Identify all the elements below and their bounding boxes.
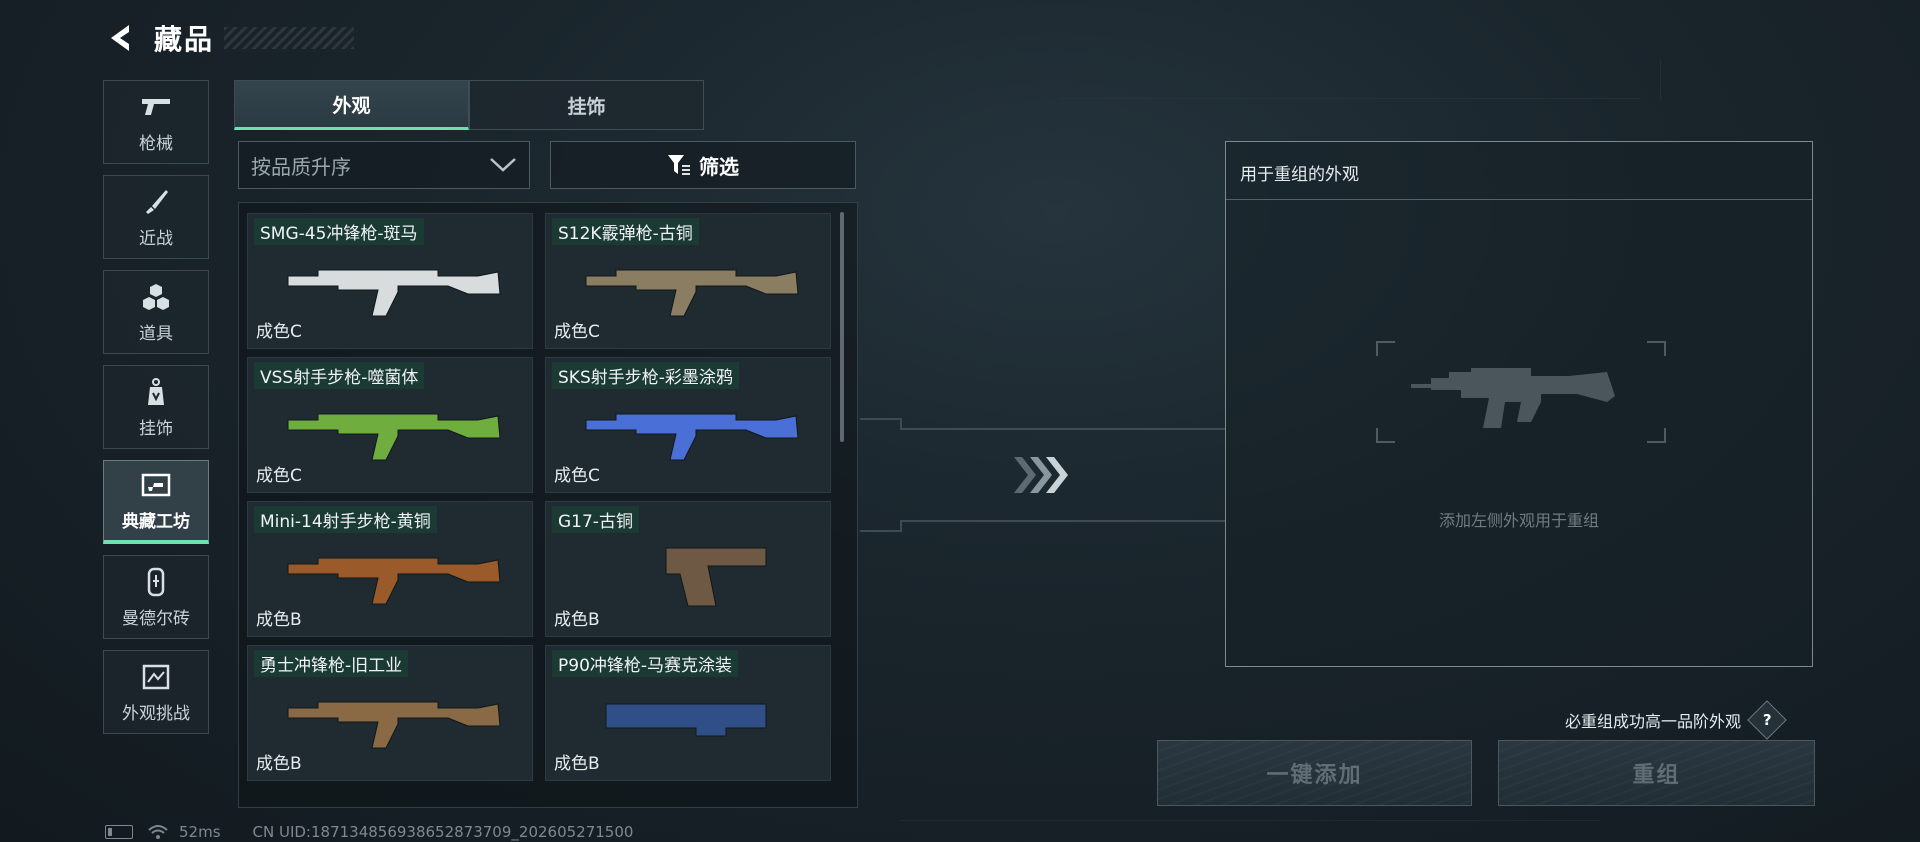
button-label: 一键添加 [1266, 763, 1363, 788]
guarantee-note: 必重组成功高一品阶外观 ? [1565, 700, 1787, 740]
skin-grid: SMG-45冲锋枪-斑马 成色C S12K霰弹枪-古铜 成色C VSS射手步枪-噬菌体成… [247, 213, 837, 781]
recombination-hint: 添加左侧外观用于重组 [1438, 511, 1599, 530]
skin-card[interactable]: Mini-14射手步枪-黄铜成色B [247, 501, 533, 637]
arrow-right-icon [1012, 455, 1072, 499]
skin-grade: 成色B [256, 754, 302, 774]
weapon-image [585, 413, 799, 461]
skin-name: P90冲锋枪-马赛克涂装 [552, 650, 739, 677]
divider [1226, 199, 1812, 200]
skin-card[interactable]: G17-古铜成色B [545, 501, 831, 637]
chevron-down-icon [490, 158, 516, 172]
weapon-image [585, 269, 799, 317]
skin-grade: 成色B [554, 754, 600, 774]
ping-text: 52ms [179, 823, 221, 841]
sidebar-item-props[interactable]: 道具 [103, 270, 209, 354]
workshop-icon [140, 469, 172, 501]
knife-icon [140, 186, 172, 218]
skin-card[interactable]: VSS射手步枪-噬菌体成色C [247, 357, 533, 493]
recombine-button[interactable]: 重组 [1498, 740, 1815, 806]
screen: 藏品 枪械 近战 道具 挂饰 典藏工坊 曼德尔砖 外观挑战 外观 挂饰 按品质升… [0, 0, 1920, 842]
sidebar-item-skin-challenge[interactable]: 外观挑战 [103, 650, 209, 734]
skin-grade: 成色C [554, 322, 600, 342]
battery-icon [105, 825, 133, 839]
skin-name: G17-古铜 [552, 506, 639, 533]
filter-icon [668, 155, 690, 175]
skin-grade: 成色B [554, 610, 600, 630]
sort-dropdown[interactable]: 按品质升序 [238, 141, 530, 189]
weapon-image [287, 269, 501, 317]
sidebar-item-mandel-brick[interactable]: 曼德尔砖 [103, 555, 209, 639]
skin-name: SKS射手步枪-彩墨涂鸦 [552, 362, 739, 389]
sidebar-item-label: 曼德尔砖 [122, 608, 190, 629]
cubes-icon [140, 281, 172, 313]
brick-icon [140, 566, 172, 598]
filter-button[interactable]: 筛选 [550, 141, 856, 189]
back-button[interactable] [100, 18, 140, 58]
tab-charms[interactable]: 挂饰 [469, 80, 704, 130]
weapon-image [287, 413, 501, 461]
sidebar-item-label: 典藏工坊 [122, 512, 190, 532]
weapon-image [287, 557, 501, 605]
header: 藏品 [100, 18, 355, 58]
skin-grid-panel: SMG-45冲锋枪-斑马 成色C S12K霰弹枪-古铜 成色C VSS射手步枪-噬菌体成… [238, 202, 858, 808]
skin-name: SMG-45冲锋枪-斑马 [254, 218, 424, 245]
help-icon[interactable]: ? [1747, 700, 1787, 740]
sidebar-item-label: 道具 [139, 323, 173, 344]
sidebar-item-firearms[interactable]: 枪械 [103, 80, 209, 164]
scrollbar[interactable] [840, 212, 844, 442]
sidebar-item-workshop[interactable]: 典藏工坊 [103, 460, 209, 544]
sidebar-item-melee[interactable]: 近战 [103, 175, 209, 259]
skin-card[interactable]: S12K霰弹枪-古铜成色C [545, 213, 831, 349]
skin-grade: 成色C [256, 466, 302, 486]
sidebar-item-label: 外观挑战 [122, 703, 190, 724]
button-label: 重组 [1632, 763, 1681, 788]
back-arrow-icon [111, 25, 129, 51]
skin-name: VSS射手步枪-噬菌体 [254, 362, 425, 389]
charm-icon [140, 376, 172, 408]
rifle-placeholder-icon [1376, 341, 1666, 443]
sort-label: 按品质升序 [251, 154, 351, 179]
skin-name: 勇士冲锋枪-旧工业 [254, 650, 409, 677]
skin-card[interactable]: SKS射手步枪-彩墨涂鸦成色C [545, 357, 831, 493]
help-glyph: ? [1762, 710, 1772, 729]
header-decoration [224, 27, 355, 49]
skin-name: S12K霰弹枪-古铜 [552, 218, 699, 245]
pistol-icon [140, 91, 172, 123]
skin-card[interactable]: SMG-45冲锋枪-斑马成色C [247, 213, 533, 349]
weapon-image [287, 701, 501, 749]
sidebar-item-charms[interactable]: 挂饰 [103, 365, 209, 449]
status-bar: 52ms CN UID:18713485693865287​3709_20260… [105, 823, 633, 841]
guarantee-text: 必重组成功高一品阶外观 [1565, 712, 1742, 731]
page-title: 藏品 [154, 23, 215, 56]
weapon-image [665, 547, 767, 607]
sidebar-item-label: 挂饰 [139, 418, 173, 439]
sidebar: 枪械 近战 道具 挂饰 典藏工坊 曼德尔砖 外观挑战 [103, 80, 211, 745]
tab-appearance[interactable]: 外观 [234, 80, 469, 130]
skin-grade: 成色C [554, 466, 600, 486]
weapon-image [605, 703, 767, 737]
skin-grade: 成色B [256, 610, 302, 630]
sidebar-item-label: 近战 [139, 228, 173, 249]
one-click-add-button[interactable]: 一键添加 [1157, 740, 1472, 806]
challenge-icon [140, 661, 172, 693]
skin-card[interactable]: 勇士冲锋枪-旧工业成色B [247, 645, 533, 781]
skin-grade: 成色C [256, 322, 302, 342]
wifi-icon [148, 825, 168, 839]
sidebar-item-label: 枪械 [139, 133, 173, 154]
recombination-panel: 用于重组的外观 添加左侧外观用于重组 [1225, 141, 1813, 667]
tab-bar: 外观 挂饰 [234, 80, 704, 130]
skin-card[interactable]: P90冲锋枪-马赛克涂装成色B [545, 645, 831, 781]
recombination-title: 用于重组的外观 [1240, 165, 1359, 185]
filter-label: 筛选 [699, 154, 739, 179]
skin-name: Mini-14射手步枪-黄铜 [254, 506, 437, 533]
uid-text: CN UID:18713485693865287​3709_2026052715… [252, 823, 634, 841]
